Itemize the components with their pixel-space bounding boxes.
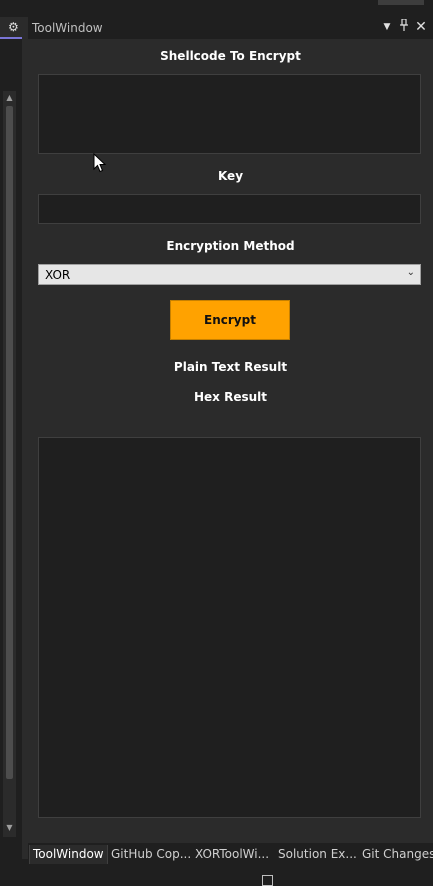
result-output[interactable] (38, 437, 421, 818)
pin-icon[interactable] (397, 18, 411, 35)
top-tab-stub[interactable] (378, 0, 424, 5)
scrollbar-thumb[interactable] (6, 106, 13, 779)
tab-github-copilot[interactable]: GitHub Cop... (111, 845, 191, 864)
key-input[interactable] (38, 194, 421, 224)
key-label: Key (217, 169, 244, 183)
encryption-method-label: Encryption Method (166, 239, 295, 253)
pin-icon-svg (400, 18, 408, 31)
top-strip (0, 0, 433, 17)
plain-text-result-label: Plain Text Result (173, 360, 288, 374)
tab-xortoolwindow[interactable]: XORToolWi... (195, 845, 269, 864)
toolwindow-title: ToolWindow (32, 21, 103, 35)
chevron-down-icon: ⌄ (406, 267, 415, 278)
tab-git-changes[interactable]: Git Changes (362, 845, 433, 864)
close-icon[interactable]: ✕ (414, 19, 428, 35)
scroll-down-icon[interactable]: ▼ (4, 823, 15, 833)
status-checkbox[interactable] (262, 875, 273, 886)
shellcode-label: Shellcode To Encrypt (160, 49, 301, 63)
encryption-method-select[interactable]: XOR ⌄ (38, 264, 421, 285)
mouse-cursor-icon (93, 153, 107, 173)
window-menu-icon[interactable]: ▼ (380, 19, 394, 35)
encrypt-button[interactable]: Encrypt (170, 300, 290, 340)
status-strip (0, 864, 433, 879)
hex-result-label: Hex Result (193, 390, 267, 404)
scroll-up-icon[interactable]: ▲ (4, 93, 15, 103)
gear-icon[interactable]: ⚙ (8, 20, 19, 34)
encryption-method-value: XOR (45, 268, 71, 282)
shellcode-input[interactable] (38, 74, 421, 154)
tab-solution-explorer[interactable]: Solution Ex... (278, 845, 357, 864)
tab-toolwindow[interactable]: ToolWindow (29, 845, 108, 865)
